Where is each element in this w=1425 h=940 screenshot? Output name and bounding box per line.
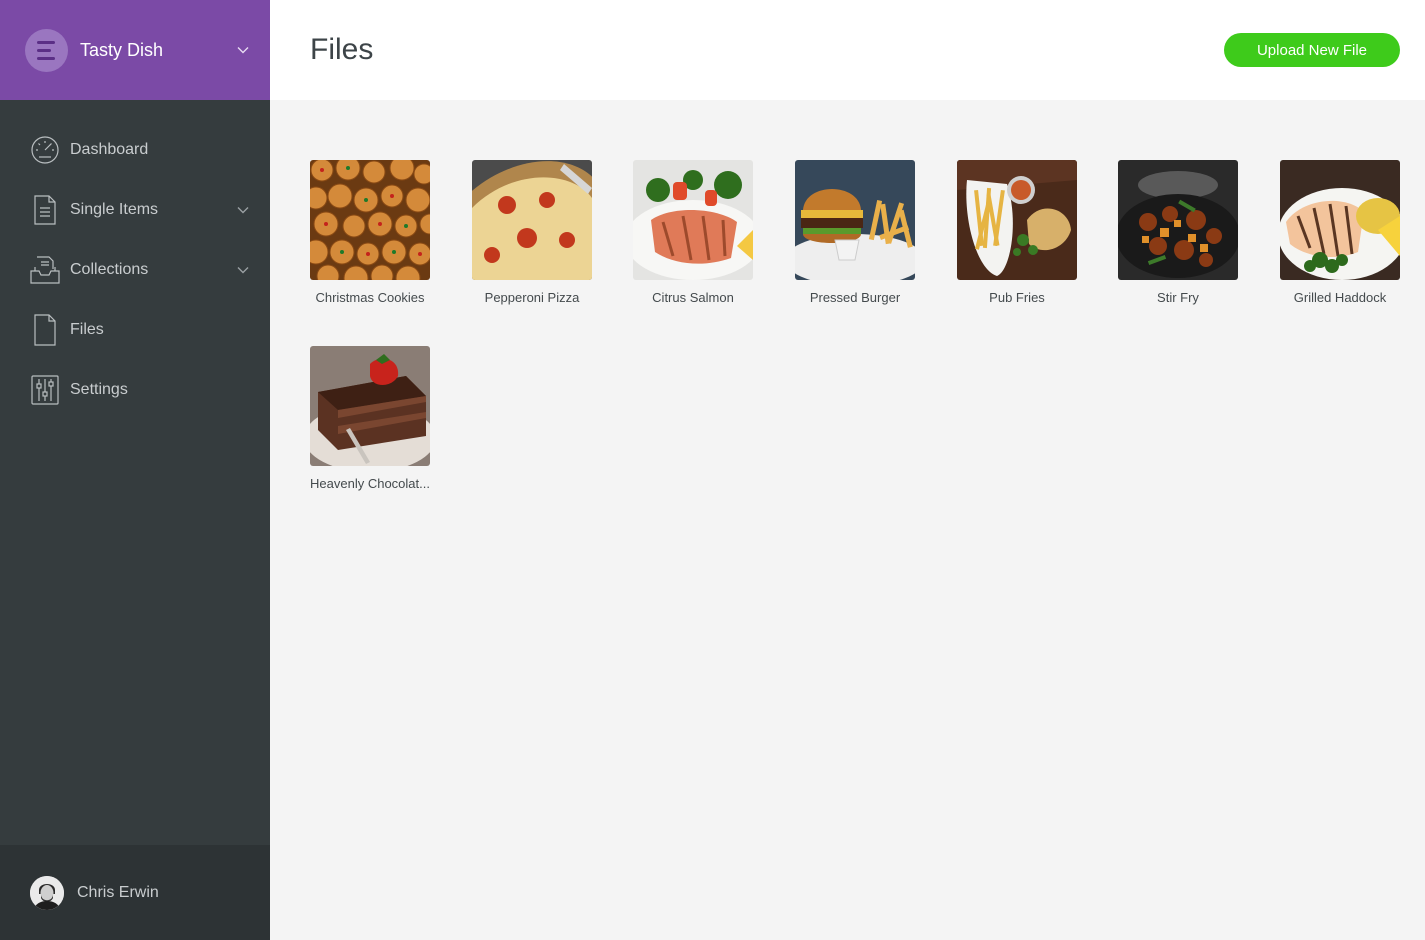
chevron-down-icon[interactable]: [233, 40, 253, 60]
sidebar-item-single-items[interactable]: Single Items: [0, 180, 270, 240]
sidebar-nav: Dashboard Single Items Collections Files…: [0, 100, 270, 420]
file-tile-grilled-haddock[interactable]: Grilled Haddock: [1280, 160, 1400, 305]
inbox-stack-icon: [30, 254, 60, 286]
sliders-icon: [30, 374, 60, 406]
file-name: Heavenly Chocolat...: [310, 476, 430, 491]
file-tile-pub-fries[interactable]: Pub Fries: [957, 160, 1077, 305]
gauge-icon: [30, 134, 60, 166]
sidebar-item-label: Collections: [70, 261, 149, 278]
file-tile-citrus-salmon[interactable]: Citrus Salmon: [633, 160, 753, 305]
file-thumbnail-pizza: [472, 160, 592, 280]
sidebar-item-label: Single Items: [70, 201, 159, 218]
file-name: Pub Fries: [989, 290, 1045, 305]
file-thumbnail-haddock: [1280, 160, 1400, 280]
file-thumbnail-fries: [957, 160, 1077, 280]
document-icon: [30, 194, 60, 226]
chevron-down-icon[interactable]: [233, 200, 253, 220]
sidebar-item-label: Files: [70, 321, 104, 338]
sidebar-item-label: Dashboard: [70, 141, 149, 158]
file-tile-pepperoni-pizza[interactable]: Pepperoni Pizza: [472, 160, 592, 305]
file-name: Pepperoni Pizza: [484, 290, 580, 305]
user-profile[interactable]: Chris Erwin: [0, 845, 270, 940]
file-name: Grilled Haddock: [1293, 290, 1387, 305]
sidebar-item-collections[interactable]: Collections: [0, 240, 270, 300]
file-tile-christmas-cookies[interactable]: Christmas Cookies: [310, 160, 430, 305]
file-thumbnail-chocolate-cake: [310, 346, 430, 466]
file-name: Citrus Salmon: [652, 290, 734, 305]
brand-switcher[interactable]: Tasty Dish: [0, 0, 270, 100]
brand-name: Tasty Dish: [80, 39, 164, 60]
file-name: Christmas Cookies: [315, 290, 425, 305]
user-avatar: [30, 875, 64, 910]
page-title: Files: [310, 33, 374, 66]
file-tile-stir-fry[interactable]: Stir Fry: [1118, 160, 1238, 305]
file-name: Stir Fry: [1157, 290, 1199, 305]
sidebar-item-files[interactable]: Files: [0, 300, 270, 360]
file-name: Pressed Burger: [809, 290, 901, 305]
file-thumbnail-salmon: [633, 160, 753, 280]
page-header: Files Upload New File: [270, 0, 1425, 100]
user-name: Chris Erwin: [77, 883, 159, 901]
file-thumbnail-cookies: [310, 160, 430, 280]
menu-lines-icon: [25, 28, 68, 72]
sidebar: Tasty Dish Dashboard Single Items Collec…: [0, 0, 270, 940]
file-thumbnail-burger: [795, 160, 915, 280]
sidebar-item-dashboard[interactable]: Dashboard: [0, 120, 270, 180]
file-thumbnail-stir-fry: [1118, 160, 1238, 280]
sidebar-item-settings[interactable]: Settings: [0, 360, 270, 420]
upload-new-file-button[interactable]: Upload New File: [1224, 33, 1400, 67]
chevron-down-icon[interactable]: [233, 260, 253, 280]
file-tile-heavenly-chocolate[interactable]: Heavenly Chocolat...: [310, 346, 430, 491]
sidebar-item-label: Settings: [70, 381, 128, 398]
file-icon: [30, 314, 60, 346]
file-tile-pressed-burger[interactable]: Pressed Burger: [795, 160, 915, 305]
